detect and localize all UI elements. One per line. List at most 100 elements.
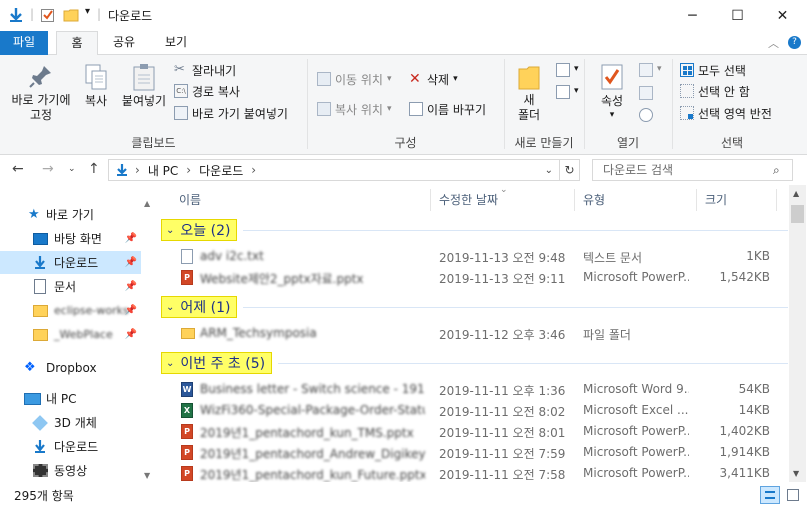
file-name[interactable]: ARM_Techsymposia [200, 326, 425, 340]
maximize-button[interactable]: ☐ [715, 0, 760, 31]
ribbon-collapse-icon[interactable]: ︿ [768, 35, 779, 51]
nav-quick-access[interactable]: ★ 바로 가기 [0, 203, 141, 226]
forward-arrow-icon[interactable]: → [42, 161, 54, 177]
breadcrumb-chevron-icon[interactable]: › [186, 163, 191, 177]
paste-button[interactable]: 붙여넣기 [118, 63, 170, 109]
file-name[interactable]: 2019년1_pentachord_kun_TMS.pptx [200, 424, 425, 441]
nav-dropbox[interactable]: ❖ Dropbox [0, 356, 141, 379]
file-row[interactable]: P 2019년1_pentachord_Andrew_Digikey.pptx 20… [160, 442, 788, 463]
move-to-button[interactable]: 이동 위치 ▾ [317, 70, 392, 88]
open-dropdown-icon[interactable]: ▾ [657, 64, 662, 74]
breadcrumb-downloads[interactable]: 다운로드 [199, 162, 243, 179]
new-item-icon[interactable] [556, 63, 570, 77]
scroll-down-icon[interactable]: ▼ [793, 469, 799, 478]
group-header[interactable]: ⌄ 오늘 (2) [161, 219, 788, 241]
new-item-dropdown-icon[interactable]: ▾ [574, 64, 579, 74]
pin-to-quick-access-button[interactable]: 바로 가기에 고정 [6, 63, 76, 123]
scroll-up-icon[interactable]: ▲ [793, 189, 799, 198]
group-header[interactable]: ⌄ 어제 (1) [161, 296, 788, 318]
column-divider[interactable] [776, 189, 777, 211]
tab-share[interactable]: 공유 [104, 31, 144, 55]
column-header-size[interactable]: 크기 [705, 185, 727, 215]
nav-item-desktop[interactable]: 바탕 화면 📌 [0, 227, 141, 250]
file-row[interactable]: W Business letter - Switch science - 1911… [160, 379, 788, 400]
copy-to-button[interactable]: 복사 위치 ▾ [317, 100, 392, 118]
back-arrow-icon[interactable]: ← [12, 161, 24, 177]
downloads-arrow-icon[interactable] [8, 7, 24, 23]
search-input[interactable]: 다운로드 검색 [592, 159, 793, 181]
easy-access-icon[interactable] [556, 85, 570, 99]
edit-icon[interactable] [639, 86, 653, 100]
nav-videos[interactable]: 동영상 [0, 459, 141, 482]
group-header[interactable]: ⌄ 이번 주 초 (5) [161, 352, 788, 374]
nav-item-documents[interactable]: 문서 📌 [0, 275, 141, 298]
nav-item-downloads[interactable]: 다운로드 📌 [0, 251, 141, 274]
file-row[interactable]: P 2019년1_pentachord_kun_TMS.pptx 2019-11-1… [160, 421, 788, 442]
cut-button[interactable]: ✂ 잘라내기 [174, 61, 236, 79]
paste-shortcut-button[interactable]: 바로 가기 붙여넣기 [174, 104, 288, 122]
properties-button[interactable]: 속성 ▾ [592, 63, 632, 121]
group-header-label[interactable]: ⌄ 오늘 (2) [161, 219, 238, 241]
invert-selection-label: 선택 영역 반전 [698, 106, 772, 121]
nav-this-pc[interactable]: 내 PC [0, 387, 141, 410]
column-divider[interactable] [430, 189, 431, 211]
new-folder-button[interactable]: 새 폴더 [512, 63, 546, 123]
properties-check-icon[interactable] [40, 7, 56, 23]
select-none-button[interactable]: 선택 안 함 [680, 82, 750, 100]
nav-3d-objects[interactable]: 3D 개체 [0, 411, 141, 434]
up-arrow-icon[interactable]: ↑ [88, 161, 100, 177]
navigation-scrollbar[interactable]: ▲ ▼ [142, 197, 154, 482]
column-header-modified[interactable]: 수정한 날짜 [439, 185, 498, 215]
file-name[interactable]: Business letter - Switch science - 19110… [200, 382, 425, 396]
tab-home[interactable]: 홈 [56, 31, 98, 56]
group-header-label[interactable]: ⌄ 어제 (1) [161, 296, 238, 318]
column-divider[interactable] [696, 189, 697, 211]
help-icon[interactable]: ? [788, 36, 801, 49]
file-list-scrollbar[interactable]: ▲ ▼ [789, 185, 806, 482]
rename-button[interactable]: 이름 바꾸기 [409, 100, 486, 118]
delete-button[interactable]: ✕ 삭제 ▾ [409, 70, 458, 88]
invert-selection-button[interactable]: 선택 영역 반전 [680, 104, 772, 122]
select-none-icon [680, 84, 694, 98]
search-icon[interactable]: ⌕ [773, 163, 780, 178]
file-name[interactable]: 2019년1_pentachord_Andrew_Digikey.pptx [200, 445, 425, 462]
easy-access-dropdown-icon[interactable]: ▾ [574, 86, 579, 96]
close-button[interactable]: ✕ [760, 0, 805, 31]
nav-item-eclipse-works[interactable]: eclipse-works 📌 [0, 299, 141, 322]
quick-access-dropdown-icon[interactable]: ▾ [85, 6, 90, 17]
copy-button[interactable]: 복사 [78, 63, 114, 109]
address-bar[interactable]: › 내 PC › 다운로드 › ⌄ ↻ [108, 159, 580, 181]
file-row[interactable]: X WizFi360-Special-Package-Order-Status..… [160, 400, 788, 421]
minimize-button[interactable]: ─ [670, 0, 715, 31]
new-folder-quick-icon[interactable] [63, 7, 79, 23]
file-row[interactable]: P 2019년1_pentachord_kun_Future.pptx 2019-1… [160, 463, 788, 482]
file-name[interactable]: adv i2c.txt [200, 249, 425, 263]
file-row[interactable]: ARM_Techsymposia 2019-11-12 오후 3:46 파일 폴더 [160, 323, 788, 344]
file-row[interactable]: adv i2c.txt 2019-11-13 오전 9:48 텍스트 문서 1KB [160, 246, 788, 267]
refresh-icon[interactable]: ↻ [559, 160, 579, 180]
recent-locations-icon[interactable]: ⌄ [68, 164, 76, 174]
nav-pc-downloads[interactable]: 다운로드 [0, 435, 141, 458]
column-header-type[interactable]: 유형 [583, 185, 605, 215]
select-all-button[interactable]: 모두 선택 [680, 61, 746, 79]
scroll-thumb[interactable] [791, 205, 804, 223]
breadcrumb-this-pc[interactable]: 내 PC [148, 162, 178, 179]
file-row[interactable]: P Website제안2_pptx자료.pptx 2019-11-13 오전 9:1… [160, 267, 788, 288]
details-view-button[interactable] [760, 486, 780, 504]
history-icon[interactable] [639, 108, 653, 122]
large-icons-view-button[interactable] [784, 486, 802, 504]
file-name[interactable]: WizFi360-Special-Package-Order-Status... [200, 403, 425, 417]
group-header-label[interactable]: ⌄ 이번 주 초 (5) [161, 352, 273, 374]
tab-view[interactable]: 보기 [154, 31, 198, 55]
file-name[interactable]: Website제안2_pptx자료.pptx [200, 270, 425, 287]
address-dropdown-icon[interactable]: ⌄ [545, 165, 553, 176]
breadcrumb-chevron-icon[interactable]: › [251, 163, 256, 177]
file-name[interactable]: 2019년1_pentachord_kun_Future.pptx [200, 466, 425, 482]
copy-path-button[interactable]: C:\ 경로 복사 [174, 82, 240, 100]
column-divider[interactable] [574, 189, 575, 211]
tab-file[interactable]: 파일 [0, 31, 48, 55]
column-header-name[interactable]: 이름 [179, 185, 201, 215]
open-icon[interactable] [639, 63, 653, 77]
breadcrumb-chevron-icon[interactable]: › [135, 163, 140, 177]
nav-item-webplace[interactable]: _WebPlace 📌 [0, 323, 141, 346]
